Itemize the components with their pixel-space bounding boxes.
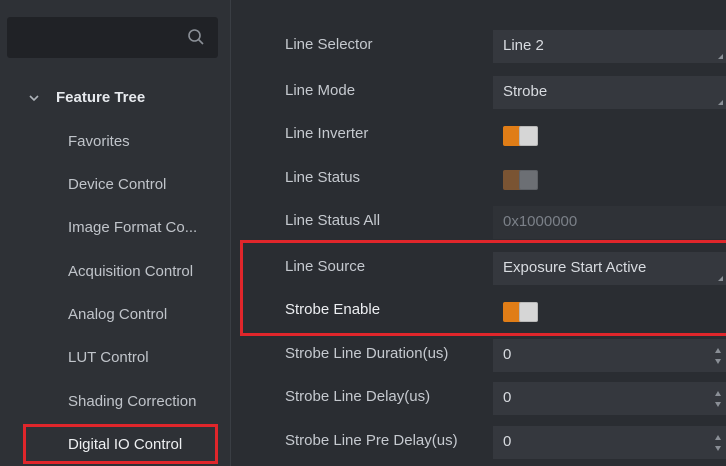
property-value: Strobe [503, 83, 548, 100]
property-label: Line Selector [285, 36, 373, 53]
nav-item-label: Analog Control [68, 306, 168, 323]
line-status-field [493, 163, 726, 196]
search-input[interactable] [7, 17, 218, 58]
property-value: 0x1000000 [503, 213, 578, 230]
property-row-line-status-all: Line Status All 0x1000000 [231, 203, 726, 241]
dropdown-corner-icon [718, 54, 723, 59]
feature-tree-header[interactable]: Feature Tree [0, 78, 229, 118]
property-label: Line Mode [285, 82, 356, 99]
nav-item-label: Device Control [68, 176, 167, 193]
feature-tree-label: Feature Tree [56, 89, 146, 106]
property-value: 0 [503, 433, 512, 450]
property-label: Strobe Line Pre Delay(us) [285, 432, 458, 449]
chevron-down-icon[interactable] [28, 92, 40, 104]
property-value: 0 [503, 346, 512, 363]
dropdown-corner-icon [718, 100, 723, 105]
property-label: Strobe Line Duration(us) [285, 345, 449, 362]
property-label: Line Inverter [285, 125, 369, 142]
nav-item-image-format-control[interactable]: Image Format Co... [0, 208, 229, 248]
line-inverter-toggle[interactable] [503, 126, 539, 146]
nav-item-label: Image Format Co... [68, 219, 198, 236]
line-status-all-field: 0x1000000 [493, 206, 726, 239]
property-grid: Line Selector Line 2 Line Mode Strobe Li… [231, 0, 726, 466]
line-status-toggle [503, 170, 539, 190]
highlight-box-properties [240, 240, 726, 336]
nav-item-acquisition-control[interactable]: Acquisition Control [0, 252, 229, 292]
spinner-arrows-icon[interactable] [714, 434, 722, 452]
nav-item-shading-correction[interactable]: Shading Correction [0, 382, 229, 422]
nav-item-label: Shading Correction [68, 393, 197, 410]
spinner-arrows-icon[interactable] [714, 390, 722, 408]
property-label: Line Status All [285, 212, 381, 229]
property-row-line-mode: Line Mode Strobe [231, 73, 726, 111]
line-mode-dropdown[interactable]: Strobe [493, 76, 726, 109]
property-row-strobe-line-delay: Strobe Line Delay(us) 0 [231, 379, 726, 417]
nav-item-device-control[interactable]: Device Control [0, 165, 229, 205]
highlight-box-nav [23, 424, 218, 464]
search-icon[interactable] [186, 27, 206, 47]
property-row-strobe-line-pre-delay: Strobe Line Pre Delay(us) 0 [231, 423, 726, 461]
nav-item-lut-control[interactable]: LUT Control [0, 338, 229, 378]
nav-item-analog-control[interactable]: Analog Control [0, 295, 229, 335]
nav-item-favorites[interactable]: Favorites [0, 122, 229, 162]
strobe-line-duration-input[interactable]: 0 [493, 339, 726, 372]
property-label: Line Status [285, 169, 361, 186]
property-value: Line 2 [503, 37, 544, 54]
property-row-line-selector: Line Selector Line 2 [231, 27, 726, 65]
line-selector-dropdown[interactable]: Line 2 [493, 30, 726, 63]
property-row-line-inverter: Line Inverter [231, 116, 726, 154]
spinner-arrows-icon[interactable] [714, 347, 722, 365]
property-row-line-status: Line Status [231, 160, 726, 198]
property-label: Strobe Line Delay(us) [285, 388, 431, 405]
strobe-line-pre-delay-input[interactable]: 0 [493, 426, 726, 459]
strobe-line-delay-input[interactable]: 0 [493, 382, 726, 415]
property-value: 0 [503, 389, 512, 406]
toggle-knob [519, 170, 538, 190]
property-row-strobe-line-duration: Strobe Line Duration(us) 0 [231, 336, 726, 374]
feature-sidebar: Feature Tree Favorites Device Control Im… [0, 0, 231, 466]
nav-item-label: Acquisition Control [68, 263, 194, 280]
nav-item-label: LUT Control [68, 349, 149, 366]
toggle-knob [519, 126, 538, 146]
line-inverter-field [493, 119, 726, 152]
nav-item-label: Favorites [68, 133, 130, 150]
